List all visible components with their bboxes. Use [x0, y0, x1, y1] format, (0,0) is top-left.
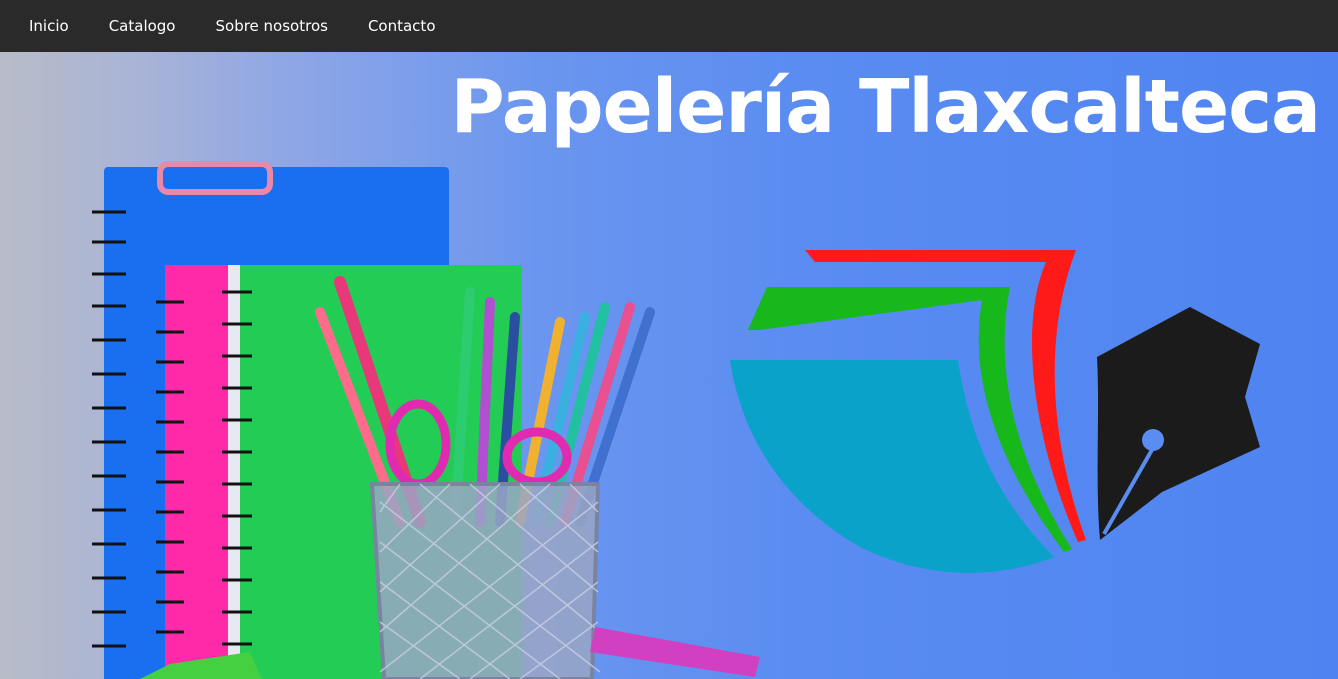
top-navbar: Inicio Catalogo Sobre nosotros Contacto	[0, 0, 1338, 52]
marker	[590, 627, 760, 677]
pen-nib-hole	[1142, 429, 1164, 451]
hero-title: Papelería Tlaxcalteca	[450, 64, 1321, 150]
nav-link-sobre-nosotros[interactable]: Sobre nosotros	[216, 17, 328, 35]
nav-link-catalogo[interactable]: Catalogo	[109, 17, 176, 35]
nav-link-contacto[interactable]: Contacto	[368, 17, 436, 35]
hero-banner: Papelería Tlaxcalteca	[0, 52, 1338, 679]
nav-link-inicio[interactable]: Inicio	[29, 17, 69, 35]
mesh-pencil-cup	[369, 482, 601, 679]
brand-logo	[730, 250, 1260, 574]
